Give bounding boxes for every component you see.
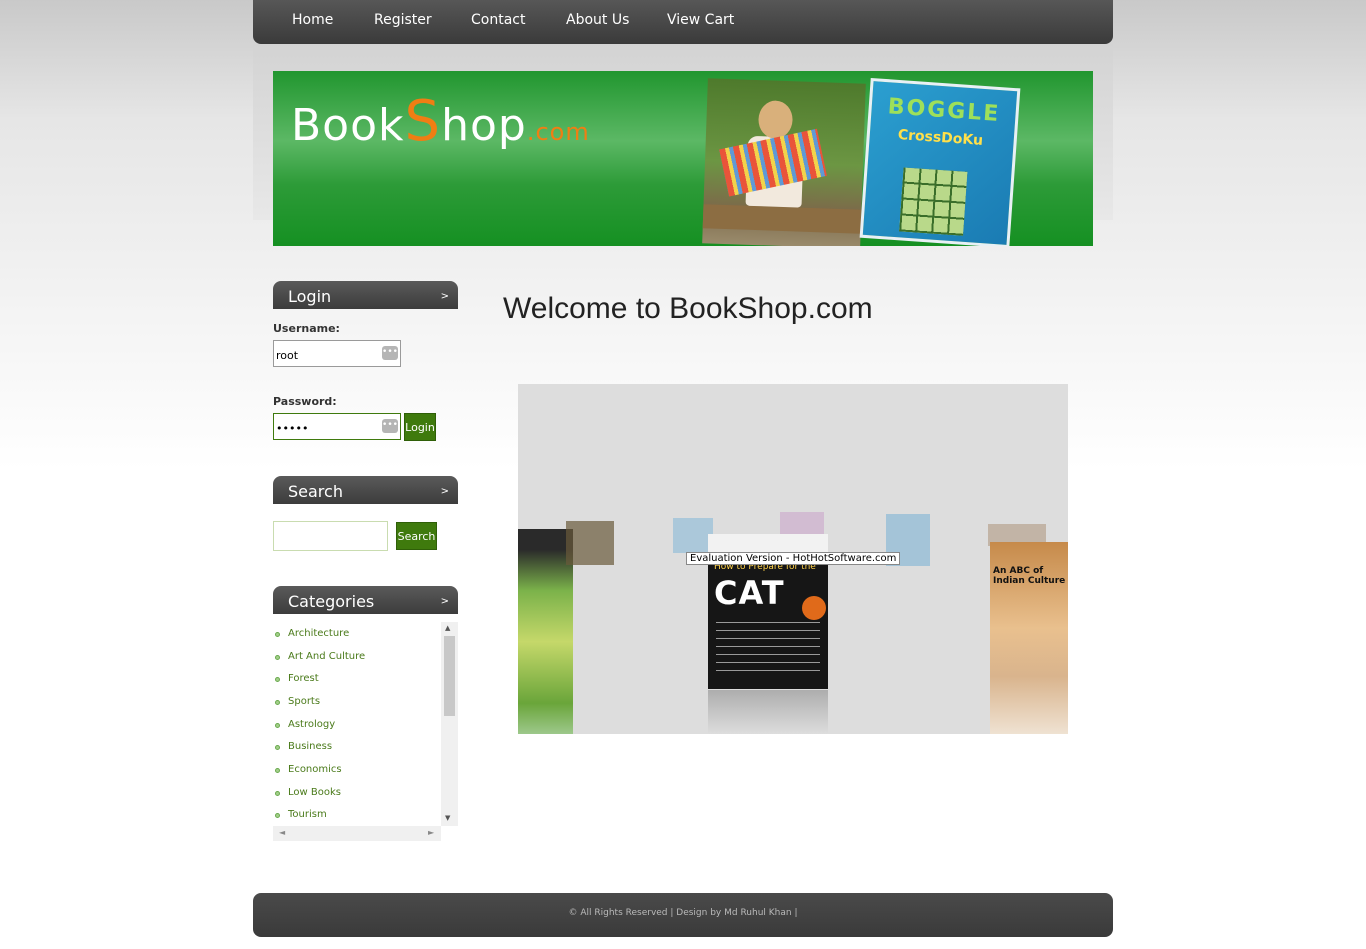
bullet-icon <box>275 677 280 682</box>
scroll-up-icon[interactable]: ▲ <box>445 624 450 632</box>
scroll-left-icon[interactable]: ◄ <box>279 828 285 837</box>
category-link[interactable]: Low Books <box>288 787 341 798</box>
category-link[interactable]: Economics <box>288 764 342 775</box>
indian-culture-title: An ABC of Indian Culture <box>993 566 1066 586</box>
boggle-grid <box>899 167 968 236</box>
book-reflection <box>708 690 828 734</box>
nav-register[interactable]: Register <box>374 12 432 28</box>
password-field[interactable]: ••••• ••• <box>273 413 401 440</box>
book-cover-small[interactable] <box>673 518 713 553</box>
nav-contact[interactable]: Contact <box>471 12 525 28</box>
logo-book: Book <box>291 100 405 151</box>
book-coverflow[interactable]: How to Prepare for the CAT An ABC of Ind… <box>518 384 1068 734</box>
scroll-right-icon[interactable]: ► <box>428 828 434 837</box>
book-cover-meditation[interactable] <box>518 529 573 734</box>
category-link[interactable]: Forest <box>288 673 319 684</box>
key-icon[interactable]: ••• <box>382 346 398 360</box>
password-label: Password: <box>273 395 337 408</box>
site-banner: BookShop.com BOGGLE CrossDoKu <box>273 71 1093 246</box>
search-input[interactable] <box>273 521 388 551</box>
search-heading: Search > <box>273 476 458 504</box>
book-cover-small[interactable] <box>566 521 614 565</box>
book-cover-small[interactable] <box>780 512 824 534</box>
key-icon[interactable]: ••• <box>382 419 398 433</box>
category-link[interactable]: Architecture <box>288 628 349 639</box>
categories-vertical-scrollbar[interactable]: ▲ ▼ <box>441 622 458 826</box>
logo-s: S <box>404 89 442 154</box>
reading-child-photo <box>702 78 866 246</box>
evaluation-watermark: Evaluation Version - HotHotSoftware.com <box>686 552 901 565</box>
search-heading-text: Search <box>288 482 343 501</box>
category-link[interactable]: Astrology <box>288 719 335 730</box>
bullet-icon <box>275 768 280 773</box>
category-link[interactable]: Tourism <box>288 809 327 820</box>
site-footer: © All Rights Reserved | Design by Md Ruh… <box>253 893 1113 937</box>
categories-list-box: Architecture Art And Culture Forest Spor… <box>273 622 458 841</box>
bullet-icon <box>275 791 280 796</box>
bullet-icon <box>275 723 280 728</box>
categories-heading: Categories > <box>273 586 458 614</box>
chevron-right-icon: > <box>440 596 449 607</box>
scroll-thumb[interactable] <box>444 636 455 716</box>
username-value: root <box>276 349 299 362</box>
login-heading-text: Login <box>288 287 332 306</box>
bullet-icon <box>275 632 280 637</box>
page-wrapper: Home Register Contact About Us View Cart… <box>253 0 1113 949</box>
boggle-title: BOGGLE <box>886 94 1002 128</box>
site-logo[interactable]: BookShop.com <box>291 89 590 154</box>
logo-hop: hop <box>441 100 527 151</box>
password-value: ••••• <box>276 422 309 435</box>
bullet-icon <box>275 813 280 818</box>
category-link[interactable]: Sports <box>288 696 320 707</box>
chevron-right-icon: > <box>440 291 449 302</box>
login-button[interactable]: Login <box>404 413 436 441</box>
bullet-icon <box>275 745 280 750</box>
scroll-down-icon[interactable]: ▼ <box>445 814 450 822</box>
book-cover-indian-culture[interactable]: An ABC of Indian Culture <box>990 542 1068 734</box>
nav-view-cart[interactable]: View Cart <box>667 12 734 28</box>
logo-com: .com <box>526 118 590 146</box>
boggle-subtitle: CrossDoKu <box>897 127 984 149</box>
bullet-icon <box>275 700 280 705</box>
footer-text: © All Rights Reserved | Design by Md Ruh… <box>568 908 798 918</box>
search-button[interactable]: Search <box>396 522 437 550</box>
bullet-icon <box>275 655 280 660</box>
login-heading: Login > <box>273 281 458 309</box>
category-link[interactable]: Business <box>288 741 332 752</box>
nav-about-us[interactable]: About Us <box>566 12 629 28</box>
username-label: Username: <box>273 322 340 335</box>
categories-horizontal-scrollbar[interactable]: ◄ ► <box>273 826 441 841</box>
username-field[interactable]: root ••• <box>273 340 401 367</box>
category-link[interactable]: Art And Culture <box>288 651 365 662</box>
welcome-heading: Welcome to BookShop.com <box>503 292 873 325</box>
boggle-box-image: BOGGLE CrossDoKu <box>859 77 1021 246</box>
categories-heading-text: Categories <box>288 592 375 611</box>
chevron-right-icon: > <box>440 486 449 497</box>
top-nav: Home Register Contact About Us View Cart <box>253 0 1113 44</box>
cat-cover-title: CAT <box>714 574 785 612</box>
nav-home[interactable]: Home <box>292 12 333 28</box>
